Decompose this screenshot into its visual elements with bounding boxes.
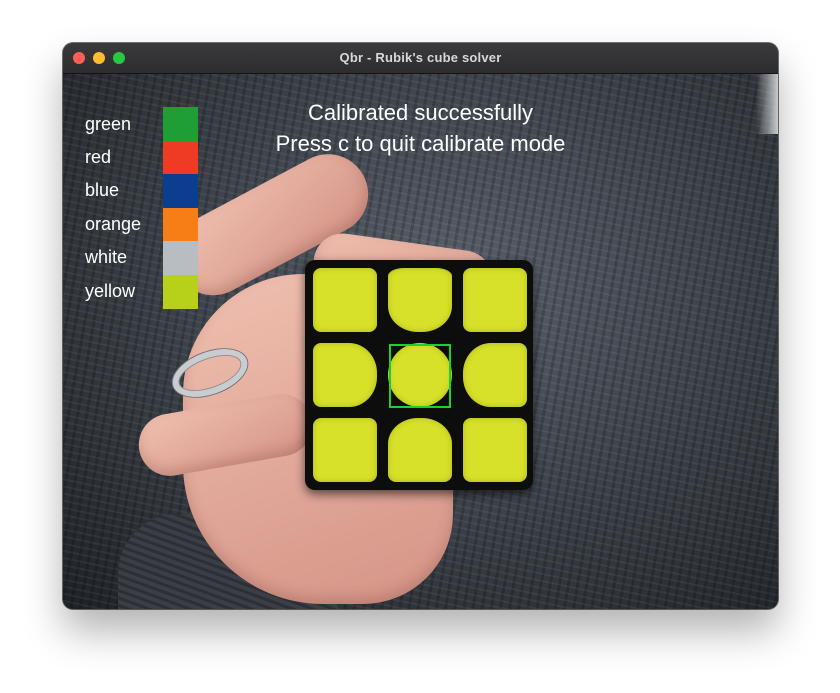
camera-feed: Calibrated successfully Press c to quit … [63,74,778,609]
cube-sticker-1-0 [313,343,377,407]
legend-swatch-yellow [163,275,198,309]
calibration-instruction: Press c to quit calibrate mode [275,131,566,156]
legend-label-yellow: yellow [85,281,136,301]
legend-label-blue: blue [85,180,120,200]
legend-label-red: red [85,147,112,167]
detection-box [389,344,451,408]
legend-label-green: green [85,114,132,134]
cube-sticker-1-2 [463,343,527,407]
cube-sticker-0-1 [388,268,452,332]
legend-label-white: white [85,247,128,267]
legend-swatch-white [163,241,198,275]
window-title: Qbr - Rubik's cube solver [339,50,502,65]
cube-sticker-2-0 [313,418,377,482]
cube-sticker-2-2 [463,418,527,482]
legend-label-orange: orange [85,214,142,234]
cube-sticker-0-0 [313,268,377,332]
calibration-status: Calibrated successfully [308,100,533,125]
legend-swatch-green [163,107,198,141]
legend-swatch-blue [163,174,198,208]
legend-swatch-orange [163,208,198,242]
background-light [756,74,778,134]
legend-swatch-red [163,141,198,175]
title-bar[interactable]: Qbr - Rubik's cube solver [63,43,778,74]
cube-sticker-0-2 [463,268,527,332]
cube-sticker-2-1 [388,418,452,482]
app-window: Qbr - Rubik's cube solver Calibrated suc… [63,43,778,609]
